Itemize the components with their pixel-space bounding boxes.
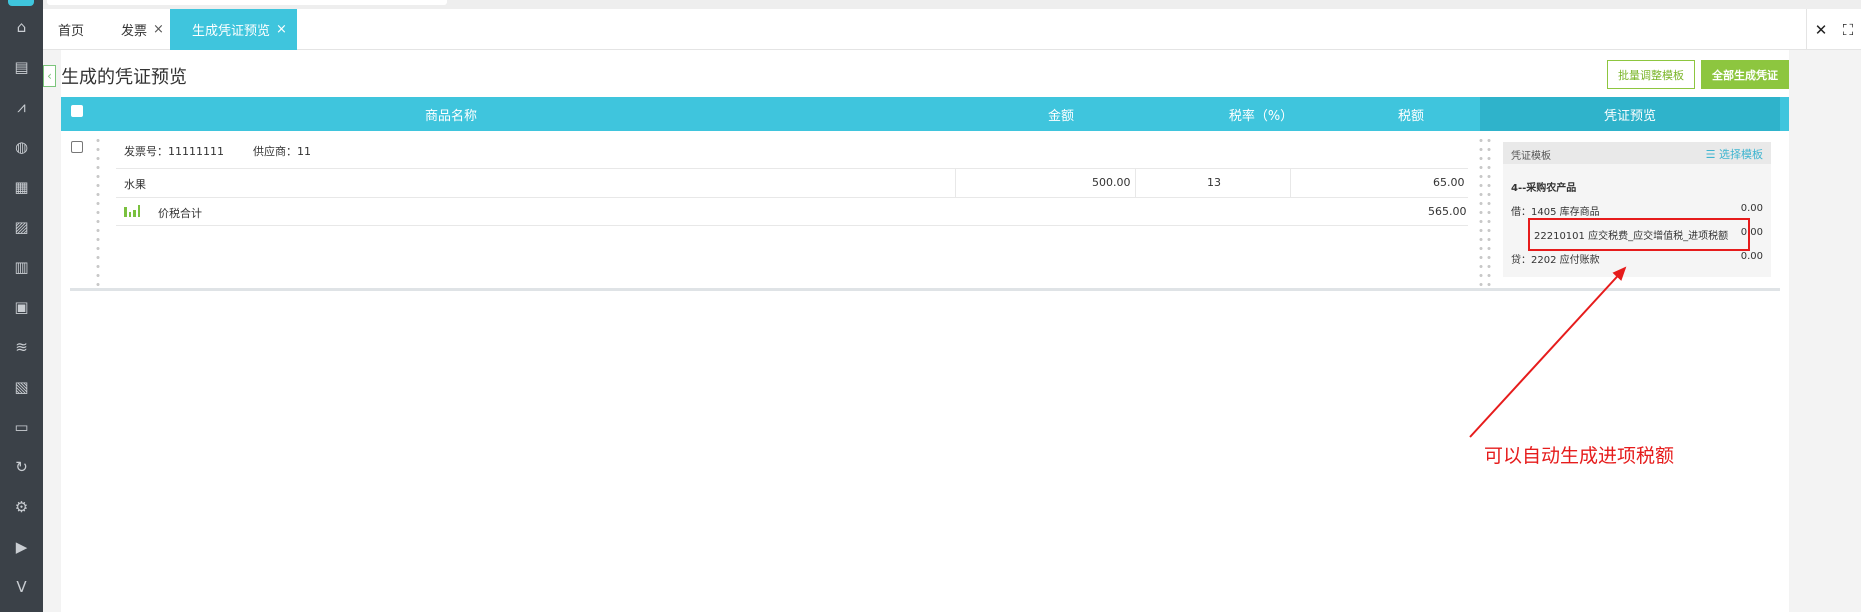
row-separator <box>116 168 1468 169</box>
annotation-highlight-box <box>1528 218 1750 251</box>
top-strip <box>43 0 1861 9</box>
supplier-name: 供应商：11 <box>253 145 311 158</box>
table-bottom-border <box>70 288 1780 291</box>
bar-chart-icon <box>124 205 140 217</box>
column-header-name: 商品名称 <box>424 108 477 124</box>
home-icon[interactable]: ⌂ <box>0 12 43 42</box>
entry-debit-amount: 0.00 <box>1740 203 1763 214</box>
column-header-voucher-preview: 凭证预览 <box>1480 97 1780 131</box>
voucher-preview-card: 凭证模板 ☰ 选择模板 4--采购农产品 借：1405 库存商品 0.00 22… <box>1503 142 1771 277</box>
page-title: 生成的凭证预览 <box>61 67 187 88</box>
v-logo-icon[interactable]: V <box>0 572 43 602</box>
select-all-checkbox[interactable] <box>71 105 83 117</box>
column-header-amount: 金额 <box>1047 108 1074 124</box>
fullscreen-icon[interactable]: ⛶ <box>1843 21 1854 39</box>
app-logo[interactable] <box>8 0 34 6</box>
refresh-icon[interactable]: ↻ <box>0 452 43 482</box>
invoice-icon[interactable]: ▤ <box>0 52 43 82</box>
top-search-bar[interactable] <box>47 0 447 5</box>
tab-home[interactable]: 首页 <box>58 9 84 50</box>
play-icon[interactable]: ▶ <box>0 532 43 562</box>
batch-adjust-template-button[interactable]: 批量调整模板 <box>1607 60 1695 89</box>
cell-divider <box>1135 168 1136 197</box>
close-all-icon[interactable]: ✕ <box>1815 21 1828 39</box>
cell-divider <box>955 168 956 197</box>
tab-home-label: 首页 <box>58 24 85 39</box>
chart-icon[interactable]: ⩘ <box>0 92 43 122</box>
entry-credit-amount: 0.00 <box>1740 251 1763 262</box>
content-panel <box>61 50 1789 612</box>
tab-invoice[interactable]: 发票 × <box>121 9 164 50</box>
item-tax: 65.00 <box>1433 176 1465 189</box>
select-template-link[interactable]: ☰ 选择模板 <box>1706 146 1763 162</box>
voucher-template-header: 凭证模板 ☰ 选择模板 <box>1503 142 1771 164</box>
item-amount: 500.00 <box>1092 176 1131 189</box>
entry-credit-text: 贷：2202 应付账款 <box>1511 255 1600 266</box>
store-icon[interactable]: ▥ <box>0 252 43 282</box>
inbox-icon[interactable]: ▭ <box>0 412 43 442</box>
tab-invoice-label: 发票 <box>121 24 148 39</box>
row-drag-handle <box>96 136 100 288</box>
entry-debit-text: 借：1405 库存商品 <box>1511 207 1600 218</box>
left-nav-sidebar: ⌂ ▤ ⩘ ◍ ▦ ▨ ▥ ▣ ≋ ▧ ▭ ↻ ⚙ ▶ V <box>0 0 43 612</box>
cell-divider <box>1290 168 1291 197</box>
document-icon[interactable]: ▦ <box>0 172 43 202</box>
total-label: 价税合计 <box>158 207 202 220</box>
money-bag-icon[interactable]: ◍ <box>0 132 43 162</box>
row-checkbox[interactable] <box>71 141 83 153</box>
item-tax-rate: 13 <box>1207 176 1221 189</box>
dashboard-icon[interactable]: ▣ <box>0 292 43 322</box>
tab-bar: 首页 发票 × 生成凭证预览 × ✕ ⛶ <box>43 9 1861 50</box>
stack-icon[interactable]: ≋ <box>0 332 43 362</box>
window-controls: ✕ ⛶ <box>1806 9 1861 50</box>
row-divider-dots <box>1487 136 1491 288</box>
voucher-icon[interactable]: ▧ <box>0 372 43 402</box>
row-separator <box>116 225 1468 226</box>
row-separator <box>116 197 1468 198</box>
item-name: 水果 <box>124 178 146 191</box>
voucher-template-label: 凭证模板 <box>1511 151 1551 162</box>
invoice-number: 发票号：11111111 <box>124 145 224 158</box>
template-name: 4--采购农产品 <box>1511 183 1577 194</box>
close-icon[interactable]: × <box>153 22 164 37</box>
column-header-tax: 税额 <box>1397 108 1424 124</box>
table-header: 商品名称 金额 税率（%） 税额 凭证预览 <box>61 97 1789 131</box>
column-header-tax-rate: 税率（%） <box>1228 108 1294 124</box>
settings-icon[interactable]: ⚙ <box>0 492 43 522</box>
row-divider-dots <box>1479 136 1483 288</box>
tab-voucher-preview[interactable]: 生成凭证预览 × <box>170 9 297 50</box>
annotation-text: 可以自动生成进项税额 <box>1484 445 1675 467</box>
close-icon[interactable]: × <box>276 22 287 37</box>
tab-voucher-preview-label: 生成凭证预览 <box>192 24 271 39</box>
generate-all-vouchers-button[interactable]: 全部生成凭证 <box>1701 60 1789 89</box>
report-icon[interactable]: ▨ <box>0 212 43 242</box>
total-amount: 565.00 <box>1428 205 1467 218</box>
back-arrow-icon[interactable]: ‹ <box>43 65 56 87</box>
